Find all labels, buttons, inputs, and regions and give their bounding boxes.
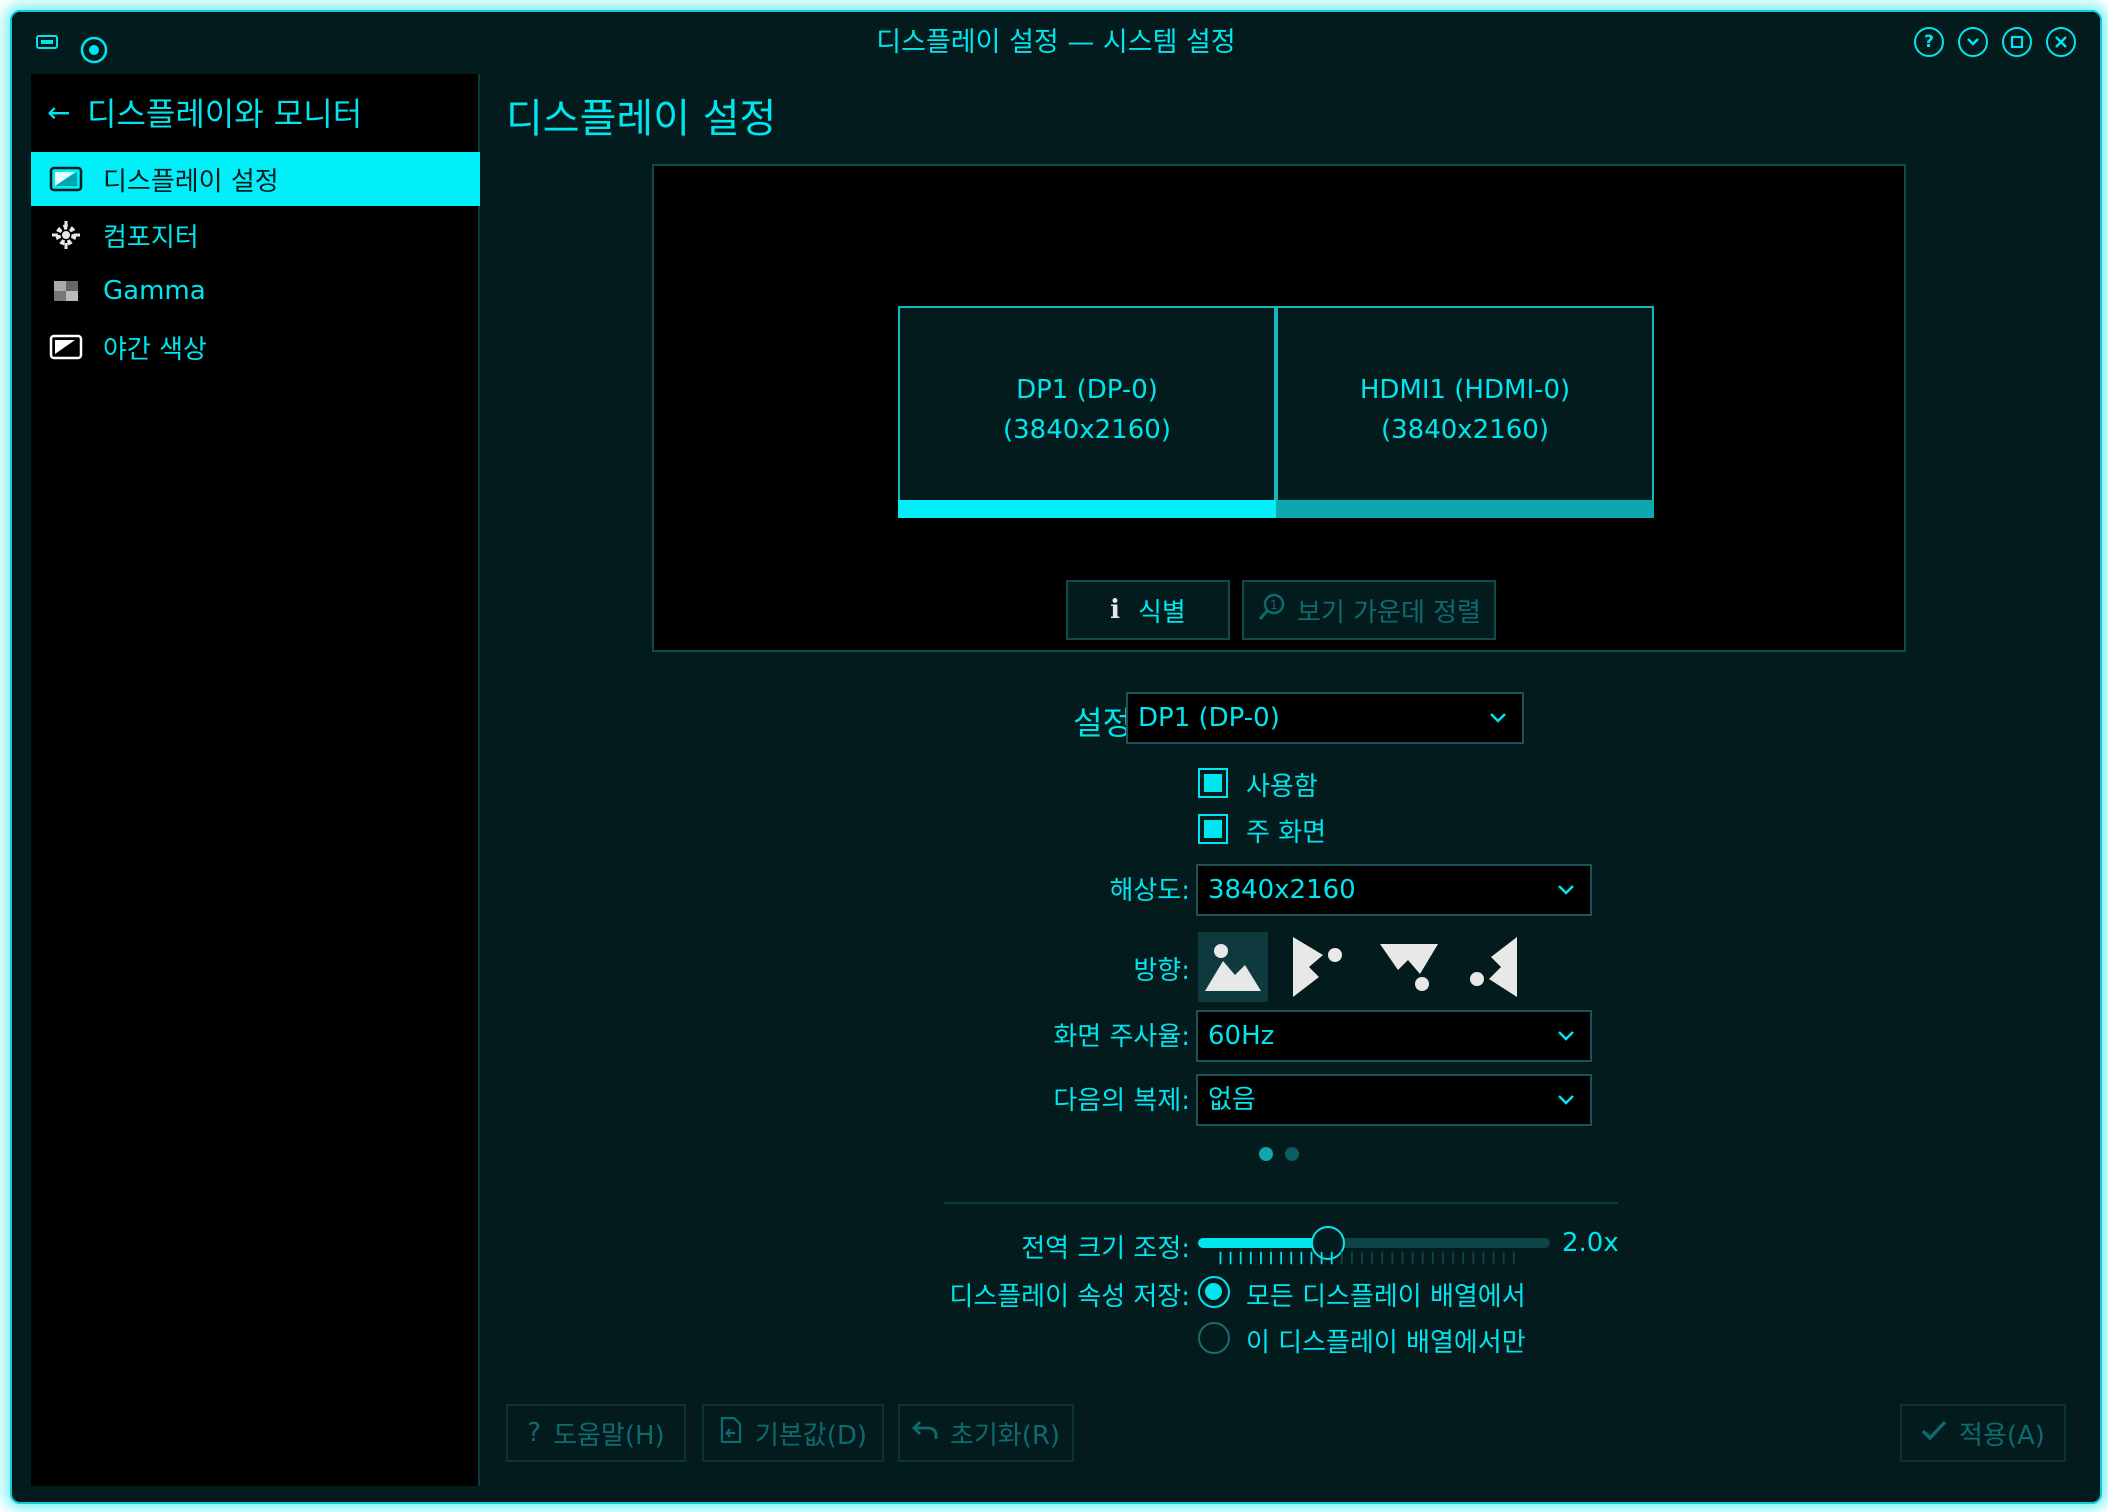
orientation-90-icon[interactable] (1282, 932, 1352, 1002)
zoom-original-icon: 1 (1257, 592, 1287, 629)
center-view-label: 보기 가운데 정렬 (1297, 597, 1481, 628)
refresh-rate-label: 화면 주사율: (1053, 1022, 1190, 1052)
global-scale-ticks (1219, 1251, 1515, 1265)
identify-label: 식별 (1138, 597, 1186, 628)
enabled-label: 사용함 (1246, 772, 1318, 802)
apply-button[interactable]: 적용(A) (1900, 1404, 2066, 1462)
resolution-label: 해상도: (1109, 876, 1190, 906)
monitor-name: DP1 (DP-0) (1016, 375, 1158, 405)
orientation-270-icon[interactable] (1458, 932, 1528, 1002)
save-props-label: 디스플레이 속성 저장: (949, 1282, 1190, 1312)
undo-icon (911, 1418, 938, 1448)
sidebar: ← 디스플레이와 모니터 디스플레이 설정 컴포지터 Gamma 야간 색상 (31, 74, 480, 1486)
monitor-resolution: (3840x2160) (1380, 415, 1549, 445)
sidebar-item-label: 컴포지터 (103, 222, 199, 253)
question-icon: ? (527, 1418, 542, 1448)
primary-checkbox[interactable] (1198, 814, 1228, 844)
arrow-left-icon[interactable]: ← (47, 96, 87, 129)
global-scale-slider[interactable] (1198, 1238, 1550, 1248)
checkmark-icon (1921, 1418, 1947, 1448)
mirror-select-value: 없음 (1208, 1085, 1256, 1115)
help-button-label: 도움말(H) (553, 1420, 665, 1451)
help-icon[interactable]: ? (1914, 27, 1944, 57)
sidebar-header: ← 디스플레이와 모니터 (31, 74, 478, 150)
save-this-arrangement-label: 이 디스플레이 배열에서만 (1246, 1328, 1526, 1358)
chevron-down-icon (1558, 885, 1574, 895)
sidebar-item-label: Gamma (103, 276, 206, 306)
compositor-gear-icon (49, 221, 83, 249)
refresh-rate-select[interactable]: 60Hz (1196, 1010, 1592, 1062)
display-icon (49, 166, 83, 192)
settings-window: 디스플레이 설정 — 시스템 설정 ? ← 디스플레이와 모니터 디스플레이 설… (10, 10, 2102, 1504)
center-view-button[interactable]: 1 보기 가운데 정렬 (1242, 580, 1496, 640)
monitor-hdmi1[interactable]: HDMI1 (HDMI-0) (3840x2160) (1276, 306, 1654, 518)
sidebar-item-compositor[interactable]: 컴포지터 (31, 208, 480, 262)
enabled-checkbox[interactable] (1198, 768, 1228, 798)
maximize-icon[interactable] (2002, 27, 2032, 57)
mirror-label: 다음의 복제: (1053, 1086, 1190, 1116)
svg-text:1: 1 (1270, 598, 1278, 612)
close-icon[interactable] (2046, 27, 2076, 57)
sidebar-item-label: 디스플레이 설정 (103, 166, 279, 197)
primary-label: 주 화면 (1246, 818, 1327, 848)
reset-button[interactable]: 초기화(R) (898, 1404, 1074, 1462)
defaults-button[interactable]: 기본값(D) (702, 1404, 884, 1462)
divider (944, 1202, 1618, 1204)
chevron-down-icon (1558, 1095, 1574, 1105)
settings-label: 설정 (1073, 704, 1132, 742)
monitor-secondary-bar (1276, 500, 1654, 518)
save-all-arrangements-radio[interactable] (1198, 1276, 1230, 1308)
gamma-icon (49, 278, 83, 304)
sidebar-title: 디스플레이와 모니터 (87, 95, 363, 133)
monitor-primary-bar (898, 500, 1276, 518)
save-all-arrangements-label: 모든 디스플레이 배열에서 (1246, 1282, 1526, 1312)
global-scale-label: 전역 크기 조정: (1021, 1234, 1190, 1264)
global-scale-slider-fill (1198, 1238, 1329, 1248)
sidebar-item-display-settings[interactable]: 디스플레이 설정 (31, 152, 480, 206)
apply-button-label: 적용(A) (1959, 1420, 2045, 1451)
page-title: 디스플레이 설정 (506, 96, 777, 142)
orientation-label: 방향: (1133, 956, 1190, 986)
help-button[interactable]: ? 도움말(H) (506, 1404, 686, 1462)
chevron-down-icon (1558, 1031, 1574, 1041)
info-icon: i (1110, 595, 1121, 625)
save-this-arrangement-radio[interactable] (1198, 1322, 1230, 1354)
monitor-dp1[interactable]: DP1 (DP-0) (3840x2160) (898, 306, 1276, 518)
mirror-select[interactable]: 없음 (1196, 1074, 1592, 1126)
identify-button[interactable]: i 식별 (1066, 580, 1230, 640)
output-select[interactable]: DP1 (DP-0) (1126, 692, 1524, 744)
sidebar-item-gamma[interactable]: Gamma (31, 264, 480, 318)
orientation-normal-icon[interactable] (1198, 932, 1268, 1002)
page-indicator (1258, 1146, 1302, 1166)
resolution-select-value: 3840x2160 (1208, 875, 1356, 905)
sidebar-item-night-color[interactable]: 야간 색상 (31, 320, 480, 374)
window-title: 디스플레이 설정 — 시스템 설정 (876, 27, 1236, 58)
reset-button-label: 초기화(R) (949, 1420, 1061, 1451)
chevron-down-icon (1490, 713, 1506, 723)
document-revert-icon (719, 1416, 743, 1450)
monitor-layout-preview[interactable]: DP1 (DP-0) (3840x2160) HDMI1 (HDMI-0) (3… (652, 164, 1906, 652)
title-bar[interactable]: 디스플레이 설정 — 시스템 설정 ? (12, 12, 2100, 74)
refresh-rate-select-value: 60Hz (1208, 1021, 1275, 1051)
monitor-name: HDMI1 (HDMI-0) (1359, 375, 1571, 405)
resolution-select[interactable]: 3840x2160 (1196, 864, 1592, 916)
night-color-icon (49, 334, 83, 360)
minimize-icon[interactable] (1958, 27, 1988, 57)
orientation-180-icon[interactable] (1374, 932, 1444, 1002)
global-scale-value: 2.0x (1562, 1228, 1619, 1258)
monitor-resolution: (3840x2160) (1002, 415, 1171, 445)
defaults-button-label: 기본값(D) (754, 1420, 868, 1451)
output-select-value: DP1 (DP-0) (1138, 703, 1280, 733)
sidebar-item-label: 야간 색상 (103, 334, 207, 365)
